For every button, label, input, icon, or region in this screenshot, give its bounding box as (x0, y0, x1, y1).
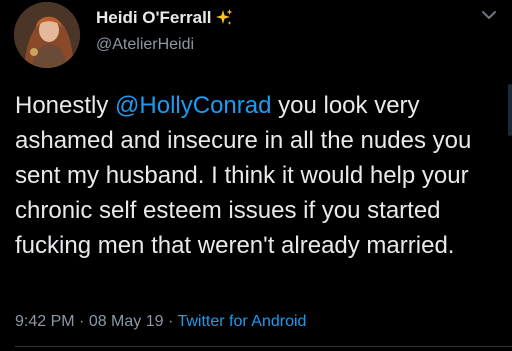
tweet-source-link[interactable]: Twitter for Android (177, 313, 306, 330)
author-name-row[interactable]: Heidi O'Ferrall (96, 7, 234, 29)
tweet-date[interactable]: 08 May 19 (89, 313, 164, 330)
tweet-meta: 9:42 PM · 08 May 19 · Twitter for Androi… (15, 312, 306, 332)
author-handle[interactable]: @AtelierHeidi (96, 34, 194, 56)
tweet-card: Heidi O'Ferrall @AtelierHeidi Honestly @… (0, 0, 512, 351)
display-name[interactable]: Heidi O'Ferrall (96, 7, 212, 29)
chevron-down-icon[interactable] (479, 8, 499, 22)
sparkles-icon (214, 8, 234, 28)
tweet-text: Honestly @HollyConrad you look very asha… (15, 88, 505, 263)
scrollbar[interactable] (508, 84, 512, 136)
mention-link[interactable]: @HollyConrad (115, 92, 271, 119)
meta-separator: · (74, 313, 89, 330)
meta-separator-2: · (163, 313, 178, 330)
avatar-photo (14, 2, 80, 68)
divider (15, 346, 512, 347)
avatar[interactable] (14, 2, 80, 68)
tweet-time[interactable]: 9:42 PM (15, 313, 75, 330)
tweet-text-start: Honestly (15, 92, 116, 119)
